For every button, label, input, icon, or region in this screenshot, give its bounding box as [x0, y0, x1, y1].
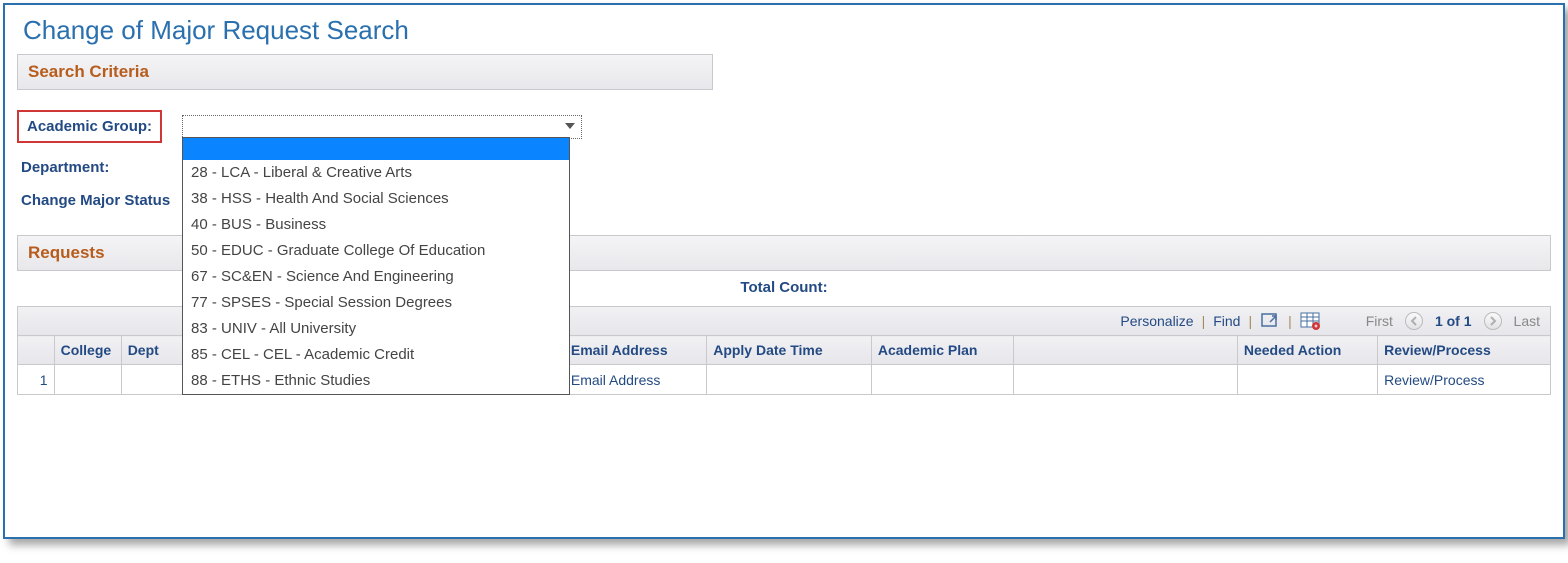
col-academicplan[interactable]: Academic Plan [871, 336, 1013, 365]
cell-email: Email Address [564, 365, 706, 395]
academic-group-row: Academic Group: 28 - LCA - Liberal & Cre… [17, 102, 713, 151]
cell-neededaction [1237, 365, 1377, 395]
page-title: Change of Major Request Search [5, 5, 1563, 54]
dropdown-option[interactable]: 50 - EDUC - Graduate College Of Educatio… [183, 238, 569, 264]
prev-arrow-icon[interactable] [1405, 312, 1423, 330]
col-neededaction[interactable]: Needed Action [1237, 336, 1377, 365]
search-criteria-header: Search Criteria [17, 54, 713, 90]
academic-group-label: Academic Group: [17, 110, 162, 143]
col-review[interactable]: Review/Process [1378, 336, 1551, 365]
separator: | [1248, 313, 1252, 329]
criteria-body: Academic Group: 28 - LCA - Liberal & Cre… [17, 90, 713, 235]
academic-group-dropdown: 28 - LCA - Liberal & Creative Arts 38 - … [182, 137, 570, 395]
cell-college [54, 365, 121, 395]
col-blank [1014, 336, 1238, 365]
cell-review: Review/Process [1378, 365, 1551, 395]
dropdown-option[interactable]: 38 - HSS - Health And Social Sciences [183, 186, 569, 212]
page-indicator: 1 of 1 [1435, 313, 1472, 329]
academic-group-select-wrap: 28 - LCA - Liberal & Creative Arts 38 - … [182, 115, 582, 139]
dropdown-option[interactable]: 40 - BUS - Business [183, 212, 569, 238]
dropdown-option[interactable]: 67 - SC&EN - Science And Engineering [183, 264, 569, 290]
dropdown-option[interactable]: 85 - CEL - CEL - Academic Credit [183, 342, 569, 368]
cell-academicplan [871, 365, 1013, 395]
col-rownum [18, 336, 55, 365]
separator: | [1202, 313, 1206, 329]
col-college[interactable]: College [54, 336, 121, 365]
cell-applydate [707, 365, 872, 395]
dropdown-option[interactable]: 83 - UNIV - All University [183, 316, 569, 342]
last-link[interactable]: Last [1514, 313, 1540, 329]
dropdown-option[interactable]: 28 - LCA - Liberal & Creative Arts [183, 160, 569, 186]
email-link[interactable]: Email Address [571, 372, 660, 388]
separator: | [1288, 313, 1292, 329]
department-label: Department: [17, 159, 197, 176]
dropdown-option[interactable]: 88 - ETHS - Ethnic Studies [183, 368, 569, 394]
grid-icon[interactable] [1300, 312, 1320, 330]
search-criteria-section: Search Criteria Academic Group: 28 - LCA… [5, 54, 725, 235]
personalize-link[interactable]: Personalize [1120, 313, 1193, 329]
first-link[interactable]: First [1366, 313, 1393, 329]
zoom-icon[interactable] [1260, 312, 1280, 330]
academic-group-select[interactable] [182, 115, 582, 139]
cell-rownum: 1 [18, 365, 55, 395]
dropdown-option[interactable]: 77 - SPSES - Special Session Degrees [183, 290, 569, 316]
cell-blank [1014, 365, 1238, 395]
find-link[interactable]: Find [1213, 313, 1240, 329]
col-applydate[interactable]: Apply Date Time [707, 336, 872, 365]
dropdown-option[interactable] [183, 138, 569, 160]
app-window: Change of Major Request Search Search Cr… [3, 3, 1565, 539]
col-email[interactable]: Email Address [564, 336, 706, 365]
review-process-link[interactable]: Review/Process [1384, 372, 1484, 388]
next-arrow-icon[interactable] [1484, 312, 1502, 330]
